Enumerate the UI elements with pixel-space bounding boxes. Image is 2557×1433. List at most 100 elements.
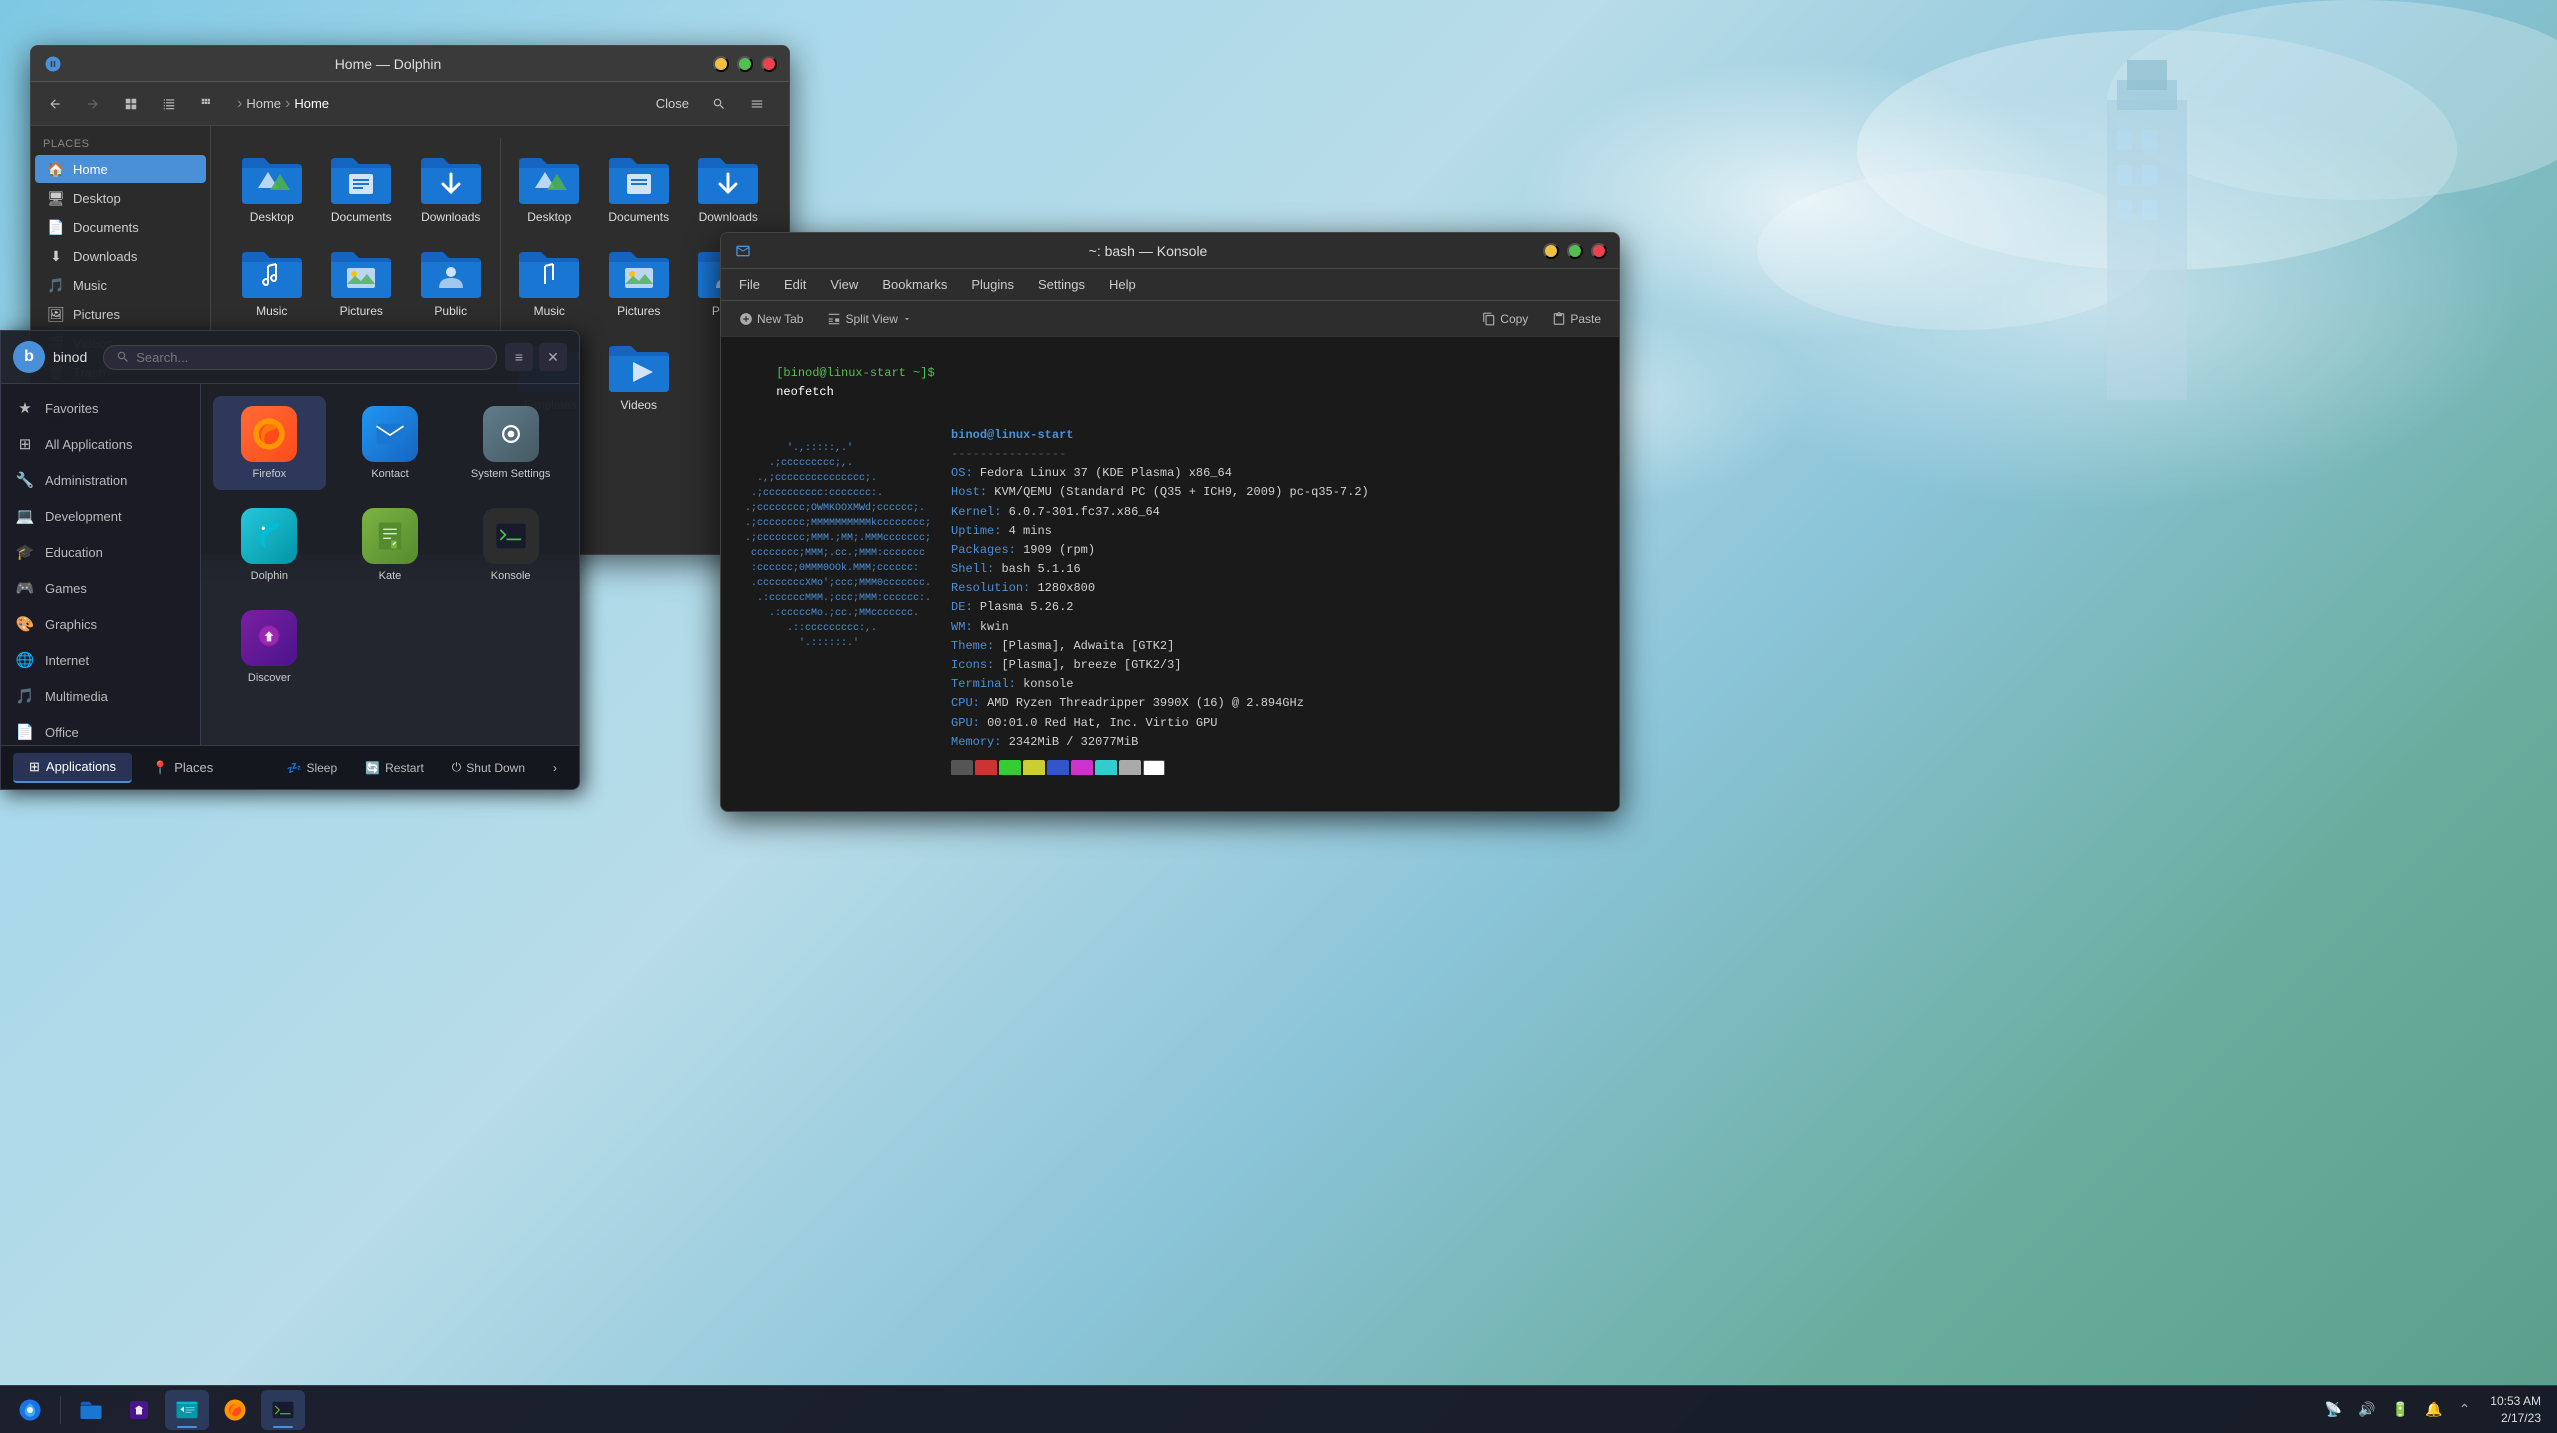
expand-tray-icon[interactable]: ⌃ — [2455, 1397, 2475, 1422]
system-settings-app-icon — [483, 406, 539, 462]
konsole-menubar: File Edit View Bookmarks Plugins Setting… — [721, 269, 1619, 301]
taskbar-software-store[interactable] — [117, 1390, 161, 1430]
file-item-public-1[interactable]: Public — [410, 240, 492, 326]
file-item-downloads-1[interactable]: Downloads — [410, 146, 492, 232]
file-label-desktop-2: Desktop — [527, 210, 571, 224]
launcher-nav-education[interactable]: 🎓 Education — [1, 534, 200, 570]
dolphin-close-label[interactable]: Close — [648, 92, 697, 115]
neofetch-cpu: CPU: AMD Ryzen Threadripper 3990X (16) @… — [951, 694, 1607, 713]
launcher-nav-all-apps[interactable]: ⊞ All Applications — [1, 426, 200, 462]
app-item-discover[interactable]: Discover — [213, 600, 326, 694]
menu-edit[interactable]: Edit — [774, 273, 816, 296]
shutdown-button[interactable]: ⏻ Shut Down — [442, 755, 535, 780]
menu-view[interactable]: View — [820, 273, 868, 296]
back-button[interactable] — [39, 88, 71, 120]
menu-bookmarks[interactable]: Bookmarks — [872, 273, 957, 296]
file-item-music-2[interactable]: Music — [509, 240, 591, 326]
icons-view-button[interactable] — [115, 88, 147, 120]
taskbar-kicker[interactable] — [8, 1390, 52, 1430]
breadcrumb-parent[interactable]: Home — [246, 96, 281, 111]
launcher-nav-administration[interactable]: 🔧 Administration — [1, 462, 200, 498]
launcher-nav-label-multimedia: Multimedia — [45, 689, 108, 704]
file-item-desktop-1[interactable]: Desktop — [231, 146, 313, 232]
tab-apps-label: Applications — [46, 759, 116, 774]
launcher-nav-development[interactable]: 💻 Development — [1, 498, 200, 534]
menu-help[interactable]: Help — [1099, 273, 1146, 296]
launcher-close-button[interactable]: ✕ — [539, 343, 567, 371]
split-view-button[interactable]: Split View — [817, 308, 921, 330]
kate-app-icon — [362, 508, 418, 564]
maximize-button[interactable]: □ — [737, 56, 753, 72]
volume-tray-icon[interactable]: 🔊 — [2354, 1397, 2379, 1422]
music-icon: 🎵 — [47, 276, 65, 294]
app-item-system-settings[interactable]: System Settings — [454, 396, 567, 490]
forward-button[interactable] — [77, 88, 109, 120]
konsole-maximize-button[interactable]: □ — [1567, 243, 1583, 259]
sidebar-item-downloads[interactable]: ⬇ Downloads — [35, 242, 206, 270]
launcher-nav-favorites[interactable]: ★ Favorites — [1, 390, 200, 426]
menu-settings[interactable]: Settings — [1028, 273, 1095, 296]
file-label-desktop-1: Desktop — [250, 210, 294, 224]
battery-tray-icon[interactable]: 🔋 — [2388, 1397, 2413, 1422]
app-item-kate[interactable]: Kate — [334, 498, 447, 592]
restart-button[interactable]: 🔄 Restart — [355, 755, 434, 780]
launcher-nav-graphics[interactable]: 🎨 Graphics — [1, 606, 200, 642]
file-item-pictures-1[interactable]: Pictures — [321, 240, 403, 326]
clock-date: 2/17/23 — [2490, 1410, 2541, 1427]
file-item-videos-2[interactable]: Videos — [598, 334, 680, 420]
titlebar-controls: _ □ ✕ — [713, 56, 777, 72]
launcher-nav-games[interactable]: 🎮 Games — [1, 570, 200, 606]
sidebar-item-documents[interactable]: 📄 Documents — [35, 213, 206, 241]
paste-button[interactable]: Paste — [1542, 308, 1611, 330]
konsole-terminal[interactable]: [binod@linux-start ~]$ neofetch '.,:::::… — [721, 337, 1619, 775]
file-item-downloads-2[interactable]: Downloads — [688, 146, 770, 232]
menu-plugins[interactable]: Plugins — [961, 273, 1024, 296]
kontact-app-icon — [362, 406, 418, 462]
sleep-icon: 💤 — [287, 761, 302, 775]
sidebar-item-desktop[interactable]: 🖥 Desktop — [35, 184, 206, 212]
search-button[interactable] — [703, 88, 735, 120]
compact-view-button[interactable] — [191, 88, 223, 120]
menu-file[interactable]: File — [729, 273, 770, 296]
app-item-dolphin[interactable]: Dolphin — [213, 498, 326, 592]
tab-places[interactable]: 📍 Places — [136, 753, 229, 783]
file-item-desktop-2[interactable]: Desktop — [509, 146, 591, 232]
launcher-nav-internet[interactable]: 🌐 Internet — [1, 642, 200, 678]
konsole-minimize-button[interactable]: _ — [1543, 243, 1559, 259]
app-item-firefox[interactable]: Firefox — [213, 396, 326, 490]
tab-applications[interactable]: ⊞ Applications — [13, 753, 132, 783]
hamburger-menu-button[interactable] — [741, 88, 773, 120]
copy-button[interactable]: Copy — [1472, 308, 1538, 330]
file-label-public-1: Public — [434, 304, 467, 318]
launcher-filter-button[interactable]: ≡ — [505, 343, 533, 371]
taskbar-clock[interactable]: 10:53 AM 2/17/23 — [2482, 1393, 2549, 1427]
launcher-nav-office[interactable]: 📄 Office — [1, 714, 200, 745]
close-window-button[interactable]: ✕ — [761, 56, 777, 72]
taskbar-file-manager[interactable] — [69, 1390, 113, 1430]
konsole-close-button[interactable]: ✕ — [1591, 243, 1607, 259]
taskbar-firefox[interactable] — [213, 1390, 257, 1430]
taskbar-dolphin[interactable] — [165, 1390, 209, 1430]
notifications-tray-icon[interactable]: 🔔 — [2421, 1397, 2446, 1422]
file-item-pictures-2[interactable]: Pictures — [598, 240, 680, 326]
breadcrumb-current[interactable]: Home — [294, 96, 329, 111]
sidebar-item-pictures[interactable]: 🖼 Pictures — [35, 300, 206, 328]
minimize-button[interactable]: _ — [713, 56, 729, 72]
sleep-button[interactable]: 💤 Sleep — [277, 755, 348, 780]
search-input[interactable] — [136, 350, 484, 365]
sidebar-item-music[interactable]: 🎵 Music — [35, 271, 206, 299]
file-item-music-1[interactable]: Music — [231, 240, 313, 326]
new-tab-button[interactable]: New Tab — [729, 308, 813, 330]
app-item-konsole[interactable]: Konsole — [454, 498, 567, 592]
app-item-kontact[interactable]: Kontact — [334, 396, 447, 490]
file-item-documents-2[interactable]: Documents — [598, 146, 680, 232]
more-options-button[interactable]: › — [543, 755, 567, 780]
places-header: Places — [31, 134, 210, 154]
taskbar-terminal[interactable] — [261, 1390, 305, 1430]
file-item-documents-1[interactable]: Documents — [321, 146, 403, 232]
dolphin-toolbar: › Home › Home Close — [31, 82, 789, 126]
launcher-nav-multimedia[interactable]: 🎵 Multimedia — [1, 678, 200, 714]
list-view-button[interactable] — [153, 88, 185, 120]
sidebar-item-home[interactable]: 🏠 Home — [35, 155, 206, 183]
network-tray-icon[interactable]: 📡 — [2321, 1397, 2346, 1422]
